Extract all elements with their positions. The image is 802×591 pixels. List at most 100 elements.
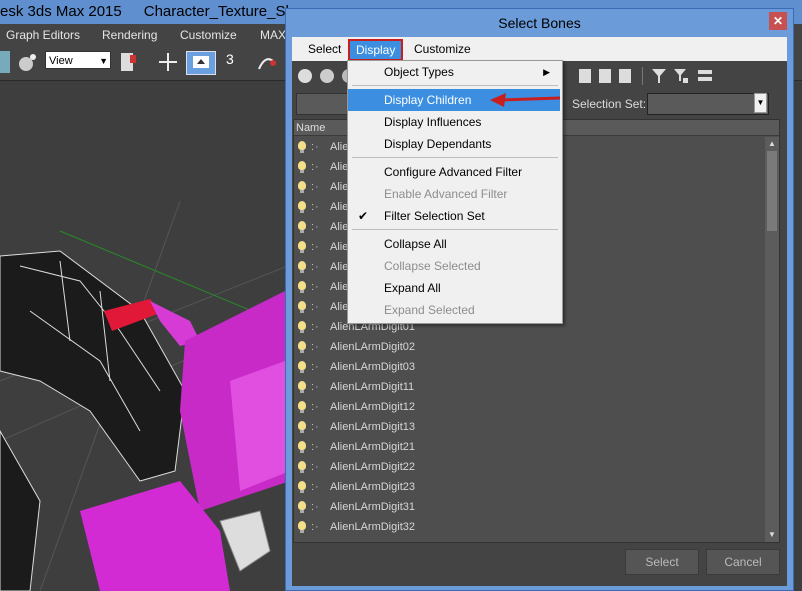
list-item[interactable]: :· AlienLArmDigit11 — [294, 377, 764, 397]
list-item[interactable]: :· AlienLArmDigit23 — [294, 477, 764, 497]
lightbulb-icon[interactable] — [298, 481, 306, 493]
snap-toggle-label: 3 — [226, 51, 234, 67]
list-item[interactable]: :· AlienLArmDigit03 — [294, 357, 764, 377]
menu-customize[interactable]: Customize — [180, 28, 237, 42]
menu-divider — [352, 85, 558, 86]
bone-name: AlienLArmDigit02 — [330, 341, 415, 353]
filter-icon[interactable] — [652, 69, 666, 83]
lightbulb-icon[interactable] — [298, 461, 306, 473]
lightbulb-icon[interactable] — [298, 141, 306, 153]
lightbulb-icon[interactable] — [298, 421, 306, 433]
lightbulb-icon[interactable] — [298, 301, 306, 313]
reference-coordinate-select[interactable]: View ▼ — [45, 51, 111, 69]
lightbulb-icon[interactable] — [298, 401, 306, 413]
list-item[interactable]: :· AlienLArmDigit13 — [294, 417, 764, 437]
bone-name: AlienLArmDigit23 — [330, 481, 415, 493]
menu-item-filter-selection-set[interactable]: ✔ Filter Selection Set — [348, 205, 560, 227]
list-view-icon[interactable] — [579, 69, 591, 83]
vertical-scrollbar[interactable]: ▲ ▼ — [765, 137, 779, 542]
menu-item-collapse-selected[interactable]: Collapse Selected — [348, 255, 560, 277]
menu-item-label: Display Dependants — [384, 137, 492, 151]
lightbulb-icon[interactable] — [298, 241, 306, 253]
selection-set-combo[interactable] — [647, 93, 769, 115]
list-item[interactable]: :· AlienLArmDigit22 — [294, 457, 764, 477]
lightbulb-icon[interactable] — [298, 381, 306, 393]
lightbulb-icon[interactable] — [298, 341, 306, 353]
menu-item-label: Display Influences — [384, 115, 482, 129]
menu-item-configure-advanced-filter[interactable]: Configure Advanced Filter — [348, 161, 560, 183]
menu-item-expand-selected[interactable]: Expand Selected — [348, 299, 560, 321]
tree-line-icon: :· — [311, 501, 320, 513]
lightbulb-icon[interactable] — [298, 441, 306, 453]
list-item[interactable]: :· AlienLArmDigit32 — [294, 517, 764, 537]
keyboard-shortcut-override-icon[interactable] — [186, 51, 216, 75]
menu-rendering[interactable]: Rendering — [102, 28, 157, 42]
menu-item-expand-all[interactable]: Expand All — [348, 277, 560, 299]
list-item[interactable]: :· AlienLArmDigit21 — [294, 437, 764, 457]
scroll-up-icon[interactable]: ▲ — [765, 137, 779, 151]
chevron-down-icon: ▼ — [99, 56, 108, 66]
menu-maxscript[interactable]: MAX — [260, 28, 286, 42]
lightbulb-icon[interactable] — [298, 201, 306, 213]
tree-line-icon: :· — [311, 381, 320, 393]
select-all-icon[interactable] — [298, 69, 312, 83]
lightbulb-icon[interactable] — [298, 501, 306, 513]
layers-icon[interactable] — [698, 69, 712, 83]
menu-item-label: Filter Selection Set — [384, 209, 485, 223]
scroll-down-icon[interactable]: ▼ — [765, 528, 779, 542]
snap-toggle-icon[interactable]: 3 — [226, 51, 248, 73]
lightbulb-icon[interactable] — [298, 521, 306, 533]
scroll-thumb[interactable] — [767, 151, 777, 231]
tree-line-icon: :· — [311, 441, 320, 453]
tree-line-icon: :· — [311, 461, 320, 473]
menu-item-label: Object Types — [384, 65, 454, 79]
sphere-link-icon[interactable] — [16, 51, 38, 73]
select-manipulate-icon[interactable] — [157, 51, 179, 73]
lightbulb-icon[interactable] — [298, 281, 306, 293]
lightbulb-icon[interactable] — [298, 161, 306, 173]
menu-item-display-influences[interactable]: Display Influences — [348, 111, 560, 133]
tree-line-icon: :· — [311, 261, 320, 273]
max-window-title: esk 3ds Max 2015 Character_Texture_She — [0, 3, 302, 20]
dialog-title: Select Bones — [498, 15, 581, 31]
bone-name: AlienLArmDigit21 — [330, 441, 415, 453]
file-title: Character_Texture_She — [143, 3, 303, 20]
lightbulb-icon[interactable] — [298, 181, 306, 193]
menu-divider — [352, 157, 558, 158]
menu-item-object-types[interactable]: Object Types ▶ — [348, 61, 560, 83]
list-item[interactable]: :· AlienLArmDigit12 — [294, 397, 764, 417]
menu-item-label: Display Children — [384, 93, 472, 107]
select-none-icon[interactable] — [320, 69, 334, 83]
list-item[interactable]: :· AlienLArmDigit02 — [294, 337, 764, 357]
menu-select[interactable]: Select — [308, 42, 341, 56]
menu-item-enable-advanced-filter[interactable]: Enable Advanced Filter — [348, 183, 560, 205]
menu-graph-editors[interactable]: Graph Editors — [6, 28, 80, 42]
select-button[interactable]: Select — [625, 549, 699, 575]
angle-snap-icon[interactable] — [255, 51, 277, 73]
dialog-menu-bar: Select Display Customize — [292, 37, 787, 61]
bone-name: AlienLArmDigit32 — [330, 521, 415, 533]
list-item[interactable]: :· AlienLArmDigit31 — [294, 497, 764, 517]
filter-settings-icon[interactable] — [674, 69, 688, 83]
lightbulb-icon[interactable] — [298, 261, 306, 273]
display-bone-icon[interactable] — [619, 69, 631, 83]
checkmark-icon: ✔ — [358, 209, 369, 223]
pivot-center-icon[interactable] — [118, 51, 140, 73]
close-icon[interactable]: ✕ — [769, 12, 787, 30]
menu-item-display-dependants[interactable]: Display Dependants — [348, 133, 560, 155]
menu-item-label: Enable Advanced Filter — [384, 187, 508, 201]
sort-icon[interactable] — [599, 69, 611, 83]
menu-display[interactable]: Display — [348, 39, 404, 61]
menu-customize-dialog[interactable]: Customize — [414, 42, 471, 56]
lightbulb-icon[interactable] — [298, 221, 306, 233]
menu-item-collapse-all[interactable]: Collapse All — [348, 233, 560, 255]
submenu-arrow-icon: ▶ — [543, 67, 550, 77]
tree-line-icon: :· — [311, 281, 320, 293]
chevron-down-icon[interactable]: ▼ — [754, 93, 767, 113]
tree-line-icon: :· — [311, 481, 320, 493]
lightbulb-icon[interactable] — [298, 321, 306, 333]
bone-name: AlienLArmDigit31 — [330, 501, 415, 513]
lightbulb-icon[interactable] — [298, 361, 306, 373]
select-region-icon[interactable] — [0, 51, 10, 73]
cancel-button[interactable]: Cancel — [706, 549, 780, 575]
